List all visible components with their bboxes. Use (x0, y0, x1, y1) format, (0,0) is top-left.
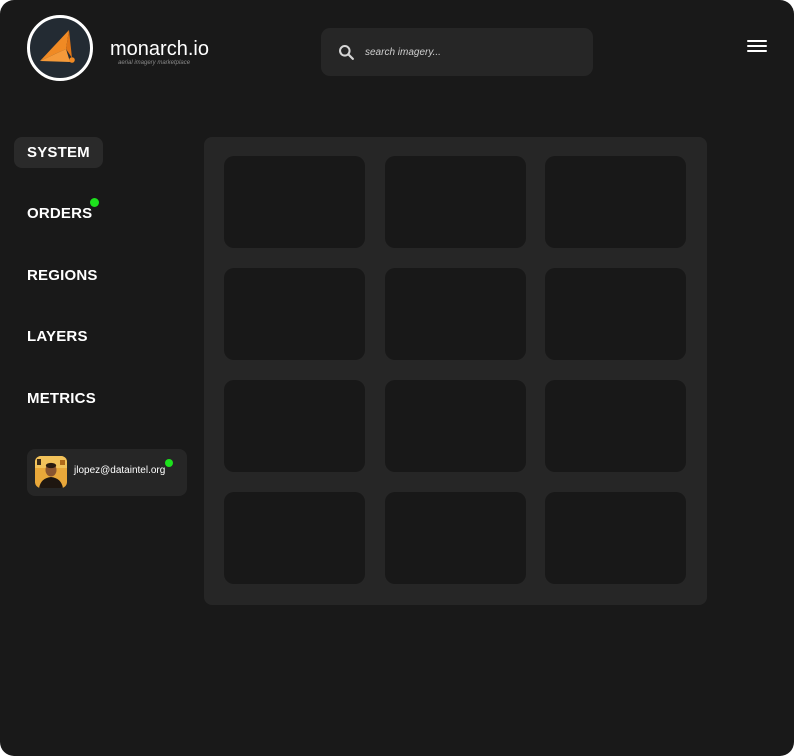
menu-line (747, 50, 767, 52)
imagery-tile[interactable] (385, 156, 526, 248)
nav-item-label: ORDERS (27, 205, 93, 222)
orders-notification-dot (90, 198, 99, 207)
nav-item-regions[interactable]: REGIONS (14, 260, 111, 291)
imagery-tile[interactable] (224, 380, 365, 472)
imagery-tile[interactable] (224, 268, 365, 360)
imagery-tile[interactable] (545, 156, 686, 248)
imagery-tile[interactable] (545, 492, 686, 584)
imagery-tile[interactable] (385, 380, 526, 472)
imagery-tile[interactable] (224, 492, 365, 584)
search-input[interactable] (365, 28, 575, 76)
imagery-tile[interactable] (545, 268, 686, 360)
nav-item-metrics[interactable]: METRICS (14, 383, 109, 414)
nav-item-layers[interactable]: LAYERS (14, 321, 101, 352)
nav-item-label: METRICS (27, 390, 96, 407)
user-online-status (165, 459, 173, 467)
brand-tagline: aerial imagery marketplace (118, 60, 191, 66)
monarch-kite-icon[interactable] (27, 15, 93, 81)
hamburger-menu-icon[interactable] (744, 36, 770, 56)
nav-item-label: REGIONS (27, 267, 98, 284)
app-window: monarch.io aerial imagery marketplace SY… (0, 0, 794, 756)
user-email: jlopez@dataintel.org (74, 465, 166, 476)
brand-name: monarch.io (110, 38, 209, 60)
imagery-tile[interactable] (385, 492, 526, 584)
search-bar[interactable] (321, 28, 593, 76)
imagery-grid-panel (204, 137, 707, 605)
search-icon (339, 45, 354, 60)
user-avatar (35, 456, 67, 488)
imagery-tile[interactable] (224, 156, 365, 248)
nav-item-label: SYSTEM (27, 144, 90, 161)
user-card[interactable]: jlopez@dataintel.org (27, 449, 187, 496)
menu-line (747, 40, 767, 42)
nav-item-label: LAYERS (27, 328, 88, 345)
imagery-tile[interactable] (385, 268, 526, 360)
nav-item-system[interactable]: SYSTEM (14, 137, 103, 168)
imagery-tile[interactable] (545, 380, 686, 472)
menu-line (747, 45, 767, 47)
